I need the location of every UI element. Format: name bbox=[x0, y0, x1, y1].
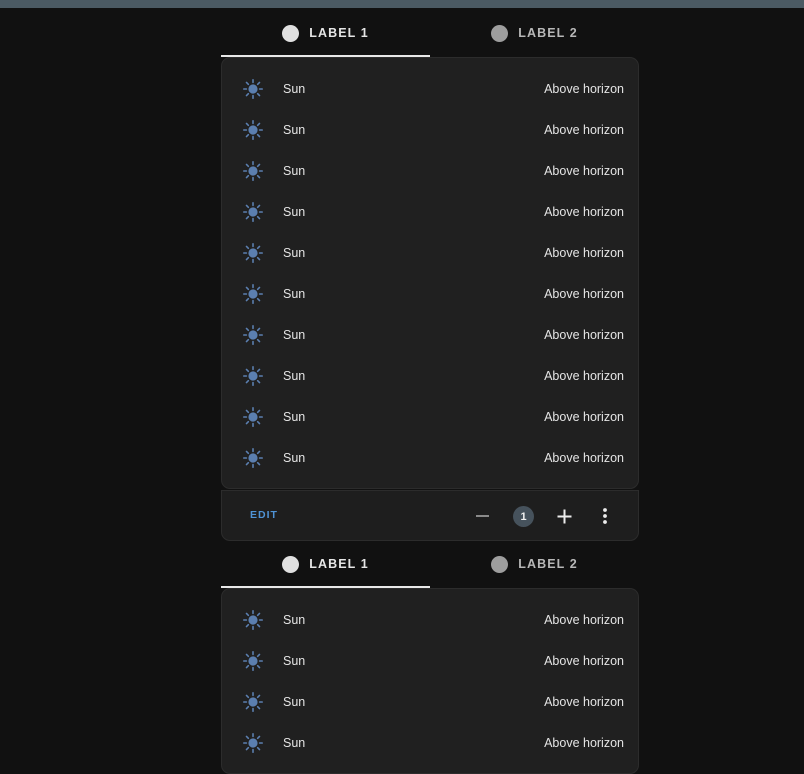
tab-bar: LABEL 1 LABEL 2 bbox=[221, 540, 639, 588]
tab-label-2[interactable]: LABEL 2 bbox=[430, 540, 639, 588]
entity-row[interactable]: Sun Above horizon bbox=[222, 681, 638, 722]
entity-list: Sun Above horizon Sun Above horizon Sun Above… bbox=[221, 588, 639, 774]
entity-state: Above horizon bbox=[544, 409, 624, 424]
entity-state: Above horizon bbox=[544, 81, 624, 96]
entity-row[interactable]: Sun Above horizon bbox=[222, 722, 638, 763]
tab-dot-icon bbox=[491, 24, 509, 42]
tab-label-2[interactable]: LABEL 2 bbox=[430, 9, 639, 57]
entity-name: Sun bbox=[283, 122, 306, 137]
minus-icon bbox=[476, 515, 489, 517]
sun-icon bbox=[243, 202, 263, 222]
card-footer: EDIT 1 bbox=[221, 490, 639, 541]
entity-row[interactable]: Sun Above horizon bbox=[222, 273, 638, 314]
entity-name: Sun bbox=[283, 450, 306, 465]
entity-name: Sun bbox=[283, 694, 306, 709]
edit-button[interactable]: EDIT bbox=[250, 509, 278, 521]
entity-row[interactable]: Sun Above horizon bbox=[222, 191, 638, 232]
sun-icon bbox=[243, 243, 263, 263]
entity-name: Sun bbox=[283, 368, 306, 383]
entity-row[interactable]: Sun Above horizon bbox=[222, 437, 638, 478]
sun-icon bbox=[243, 733, 263, 753]
entity-state: Above horizon bbox=[544, 694, 624, 709]
sun-icon bbox=[243, 407, 263, 427]
sun-icon bbox=[243, 651, 263, 671]
entity-row[interactable]: Sun Above horizon bbox=[222, 396, 638, 437]
more-vertical-icon[interactable] bbox=[597, 506, 613, 526]
entity-name: Sun bbox=[283, 409, 306, 424]
count-badge: 1 bbox=[513, 506, 534, 527]
entity-row[interactable]: Sun Above horizon bbox=[222, 68, 638, 109]
entity-state: Above horizon bbox=[544, 204, 624, 219]
entity-name: Sun bbox=[283, 163, 306, 178]
entities-card-2: LABEL 1 LABEL 2 Sun Above horizon Sun Above… bbox=[221, 540, 639, 774]
entities-card-1: LABEL 1 LABEL 2 Sun Above horizon Sun Above… bbox=[221, 9, 639, 541]
tab-label-1[interactable]: LABEL 1 bbox=[221, 540, 430, 588]
sun-icon bbox=[243, 692, 263, 712]
entity-row[interactable]: Sun Above horizon bbox=[222, 355, 638, 396]
sun-icon bbox=[243, 284, 263, 304]
entity-list: Sun Above horizon Sun Above horizon Sun Above… bbox=[221, 57, 639, 489]
sun-icon bbox=[243, 448, 263, 468]
tab-dot-icon bbox=[282, 24, 300, 42]
entity-state: Above horizon bbox=[544, 735, 624, 750]
sun-icon bbox=[243, 366, 263, 386]
entity-state: Above horizon bbox=[544, 368, 624, 383]
sun-icon bbox=[243, 610, 263, 630]
top-app-bar bbox=[0, 0, 804, 8]
entity-state: Above horizon bbox=[544, 450, 624, 465]
tab-label: LABEL 2 bbox=[518, 26, 578, 40]
sun-icon bbox=[243, 325, 263, 345]
entity-name: Sun bbox=[283, 286, 306, 301]
entity-row[interactable]: Sun Above horizon bbox=[222, 150, 638, 191]
entity-state: Above horizon bbox=[544, 653, 624, 668]
tab-dot-icon bbox=[491, 555, 509, 573]
entity-row[interactable]: Sun Above horizon bbox=[222, 232, 638, 273]
entity-row[interactable]: Sun Above horizon bbox=[222, 109, 638, 150]
entity-row[interactable]: Sun Above horizon bbox=[222, 314, 638, 355]
entity-name: Sun bbox=[283, 204, 306, 219]
tab-label: LABEL 1 bbox=[309, 26, 369, 40]
entity-state: Above horizon bbox=[544, 122, 624, 137]
entity-state: Above horizon bbox=[544, 163, 624, 178]
sun-icon bbox=[243, 161, 263, 181]
plus-icon[interactable] bbox=[556, 508, 573, 525]
sun-icon bbox=[243, 79, 263, 99]
entity-name: Sun bbox=[283, 327, 306, 342]
tab-label-1[interactable]: LABEL 1 bbox=[221, 9, 430, 57]
entity-name: Sun bbox=[283, 245, 306, 260]
entity-name: Sun bbox=[283, 735, 306, 750]
tab-dot-icon bbox=[282, 555, 300, 573]
entity-name: Sun bbox=[283, 81, 306, 96]
entity-name: Sun bbox=[283, 612, 306, 627]
entity-state: Above horizon bbox=[544, 286, 624, 301]
entity-state: Above horizon bbox=[544, 245, 624, 260]
entity-state: Above horizon bbox=[544, 612, 624, 627]
tab-label: LABEL 2 bbox=[518, 557, 578, 571]
entity-name: Sun bbox=[283, 653, 306, 668]
entity-row[interactable]: Sun Above horizon bbox=[222, 599, 638, 640]
tab-label: LABEL 1 bbox=[309, 557, 369, 571]
sun-icon bbox=[243, 120, 263, 140]
tab-bar: LABEL 1 LABEL 2 bbox=[221, 9, 639, 57]
entity-state: Above horizon bbox=[544, 327, 624, 342]
entity-row[interactable]: Sun Above horizon bbox=[222, 640, 638, 681]
